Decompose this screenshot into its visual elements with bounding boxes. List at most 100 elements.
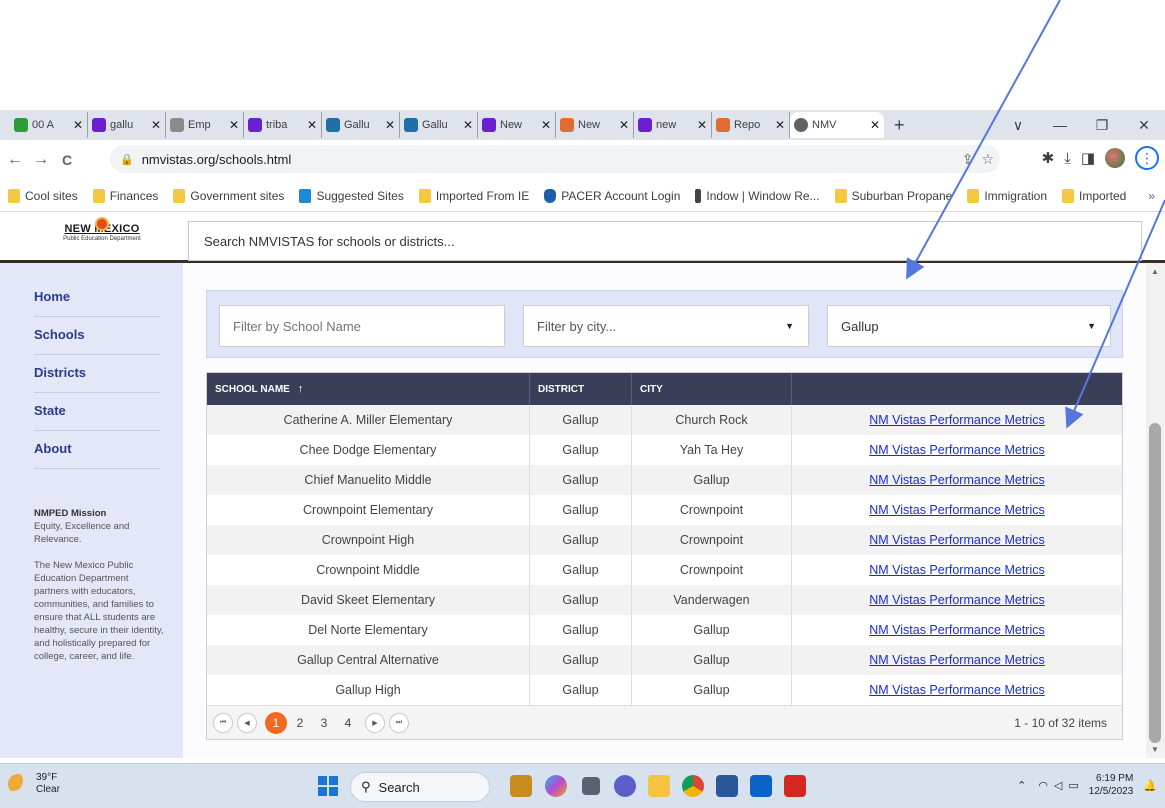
browser-tab[interactable]: New ✕ [478, 112, 556, 138]
sidebar-item-home[interactable]: Home [34, 279, 160, 317]
weather-widget[interactable]: 39°F Clear [8, 772, 60, 796]
header-school-name[interactable]: SCHOOL NAME ↑ [207, 373, 530, 405]
side-panel-icon[interactable]: ◨ [1081, 149, 1095, 167]
page-number[interactable]: 3 [313, 716, 335, 730]
bookmark-item[interactable]: Finances [92, 188, 158, 203]
tab-close-icon[interactable]: ✕ [775, 118, 785, 132]
bookmark-item[interactable]: Imported [1062, 188, 1126, 203]
sidebar-item-districts[interactable]: Districts [34, 355, 160, 393]
browser-tab[interactable]: gallu ✕ [88, 112, 166, 138]
tab-close-icon[interactable]: ✕ [73, 118, 83, 132]
prev-page-icon[interactable]: ◀ [237, 712, 257, 733]
tab-close-icon[interactable]: ✕ [385, 118, 395, 132]
profile-avatar[interactable] [1105, 148, 1125, 168]
browser-tab[interactable]: triba ✕ [244, 112, 322, 138]
bookmark-item[interactable]: Suburban Propane [834, 188, 952, 203]
performance-metrics-link[interactable]: NM Vistas Performance Metrics [869, 683, 1045, 697]
chrome-icon[interactable] [682, 775, 704, 797]
url-bar[interactable]: 🔒 nmvistas.org/schools.html ⇪ ☆ [110, 145, 1000, 173]
tab-close-icon[interactable]: ✕ [463, 118, 473, 132]
first-page-icon[interactable]: ⏮ [213, 712, 233, 733]
performance-metrics-link[interactable]: NM Vistas Performance Metrics [869, 503, 1045, 517]
bookmark-star-icon[interactable]: ☆ [981, 151, 994, 168]
performance-metrics-link[interactable]: NM Vistas Performance Metrics [869, 653, 1045, 667]
bookmark-item[interactable]: Immigration [967, 188, 1047, 203]
restore-button[interactable]: ❐ [1081, 117, 1123, 134]
new-tab-button[interactable]: + [894, 115, 905, 136]
browser-tab[interactable]: new ✕ [634, 112, 712, 138]
header-city[interactable]: CITY [632, 373, 792, 405]
bookmark-item[interactable]: Suggested Sites [299, 188, 404, 203]
copilot-app-icon[interactable] [545, 775, 567, 797]
performance-metrics-link[interactable]: NM Vistas Performance Metrics [869, 443, 1045, 457]
share-icon[interactable]: ⇪ [962, 151, 974, 168]
site-search-input[interactable] [188, 221, 1142, 261]
volume-icon[interactable]: ◁ [1054, 779, 1062, 792]
bookmark-item[interactable]: Government sites [173, 188, 284, 203]
minimize-button[interactable]: — [1039, 117, 1081, 133]
scroll-thumb[interactable] [1149, 423, 1161, 743]
sidebar-item-state[interactable]: State [34, 393, 160, 431]
district-filter-dropdown[interactable]: Gallup ▼ [827, 305, 1111, 347]
bookmark-item[interactable]: Imported From IE [418, 188, 529, 203]
sidebar-item-about[interactable]: About [34, 431, 160, 469]
outlook-icon[interactable] [750, 775, 772, 797]
bookmark-item[interactable]: Cool sites [8, 188, 78, 203]
nmped-logo[interactable]: NEW MEXICO Public Education Department [52, 217, 152, 255]
page-number[interactable]: 1 [265, 711, 287, 734]
word-icon[interactable] [716, 775, 738, 797]
briefcase-app-icon[interactable] [510, 775, 532, 797]
performance-metrics-link[interactable]: NM Vistas Performance Metrics [869, 563, 1045, 577]
close-window-button[interactable]: ✕ [1123, 117, 1165, 134]
tab-search-chevron-icon[interactable]: ∨ [997, 117, 1039, 134]
notification-bell-icon[interactable]: 🔔 [1143, 779, 1157, 792]
wifi-icon[interactable]: ◠ [1038, 779, 1048, 792]
tab-close-icon[interactable]: ✕ [870, 118, 880, 132]
tab-close-icon[interactable]: ✕ [697, 118, 707, 132]
tab-active[interactable]: NMV ✕ [790, 112, 884, 138]
reload-button[interactable]: C [56, 152, 78, 168]
download-icon[interactable]: ⤓ [1064, 150, 1071, 167]
windows-start-icon[interactable] [318, 776, 338, 796]
tray-chevron-icon[interactable]: ⌃ [1017, 779, 1026, 792]
city-filter-dropdown[interactable]: Filter by city... ▼ [523, 305, 809, 347]
browser-tab[interactable]: Gallu ✕ [322, 112, 400, 138]
taskbar-search[interactable]: ⚲ Search [350, 772, 490, 802]
performance-metrics-link[interactable]: NM Vistas Performance Metrics [869, 413, 1045, 427]
menu-kebab-icon[interactable]: ⋮ [1135, 146, 1159, 170]
performance-metrics-link[interactable]: NM Vistas Performance Metrics [869, 593, 1045, 607]
next-page-icon[interactable]: ▶ [365, 712, 385, 733]
performance-metrics-link[interactable]: NM Vistas Performance Metrics [869, 533, 1045, 547]
bookmark-item[interactable]: PACER Account Login [544, 188, 680, 203]
forward-button[interactable]: → [30, 151, 52, 169]
battery-icon[interactable]: ▭ [1068, 779, 1078, 792]
tab-close-icon[interactable]: ✕ [307, 118, 317, 132]
sidebar-item-schools[interactable]: Schools [34, 317, 160, 355]
task-view-icon[interactable] [582, 777, 600, 795]
acrobat-icon[interactable] [784, 775, 806, 797]
page-scrollbar[interactable]: ▲ ▼ [1146, 263, 1165, 758]
performance-metrics-link[interactable]: NM Vistas Performance Metrics [869, 623, 1045, 637]
browser-tab[interactable]: Emp ✕ [166, 112, 244, 138]
browser-tab[interactable]: New ✕ [556, 112, 634, 138]
teams-chat-icon[interactable] [614, 775, 636, 797]
file-explorer-icon[interactable] [648, 775, 670, 797]
back-button[interactable]: ← [4, 151, 26, 169]
school-name-filter-input[interactable] [219, 305, 505, 347]
browser-tab[interactable]: Gallu ✕ [400, 112, 478, 138]
extensions-icon[interactable]: ✱ [1042, 149, 1055, 167]
tab-close-icon[interactable]: ✕ [229, 118, 239, 132]
bookmarks-overflow-icon[interactable]: » [1148, 189, 1155, 203]
last-page-icon[interactable]: ⏭ [389, 712, 409, 733]
browser-tab[interactable]: 00 A ✕ [10, 112, 88, 138]
clock[interactable]: 6:19 PM 12/5/2023 [1089, 772, 1134, 798]
header-district[interactable]: DISTRICT [530, 373, 632, 405]
scroll-down-icon[interactable]: ▼ [1151, 745, 1159, 754]
tab-close-icon[interactable]: ✕ [541, 118, 551, 132]
page-number[interactable]: 2 [289, 716, 311, 730]
tab-close-icon[interactable]: ✕ [619, 118, 629, 132]
scroll-up-icon[interactable]: ▲ [1151, 267, 1159, 276]
browser-tab[interactable]: Repo ✕ [712, 112, 790, 138]
tab-close-icon[interactable]: ✕ [151, 118, 161, 132]
bookmark-item[interactable]: Indow | Window Re... [695, 188, 820, 203]
